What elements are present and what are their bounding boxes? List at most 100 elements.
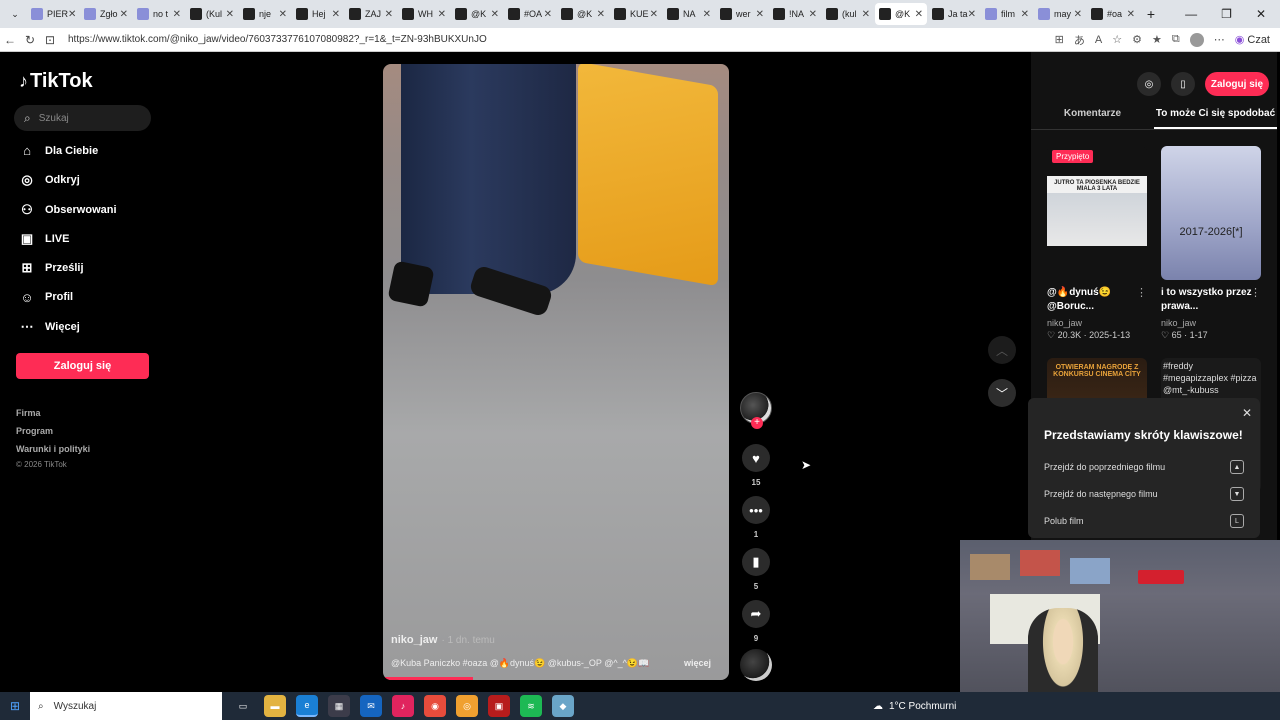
sidebar-login-button[interactable]: Zaloguj się: [16, 353, 149, 379]
chrome-icon[interactable]: ◉: [424, 695, 446, 717]
maximize-button[interactable]: ❐: [1221, 7, 1232, 21]
task-view-icon[interactable]: ▭: [232, 695, 254, 717]
search-input[interactable]: ⌕ Szukaj: [14, 105, 151, 131]
browser-tab[interactable]: Hej ✕: [292, 3, 344, 25]
browser-tab[interactable]: film ✕: [981, 3, 1033, 25]
card-author[interactable]: niko_jaw: [1161, 318, 1261, 328]
recommended-video-card[interactable]: JUTRO TA PIOSENKA BEDZIE MIALA 3 LATA @🔥…: [1047, 146, 1147, 341]
edge-browser-icon[interactable]: e: [296, 695, 318, 717]
copilot-button[interactable]: ◉ Czat: [1235, 33, 1270, 46]
close-icon[interactable]: ✕: [1242, 406, 1252, 420]
back-button[interactable]: ←: [0, 33, 20, 47]
footer-link-terms[interactable]: Warunki i polityki: [16, 444, 90, 454]
share-action[interactable]: ➦ 9: [740, 600, 772, 643]
browser-tab[interactable]: Zgło ✕: [80, 3, 132, 25]
header-login-button[interactable]: Zaloguj się: [1205, 72, 1269, 96]
mail-icon[interactable]: ✉: [360, 695, 382, 717]
tab-close-icon[interactable]: ✕: [1021, 9, 1029, 20]
favorite-star-icon[interactable]: ☆: [1112, 33, 1122, 46]
video-thumbnail[interactable]: JUTRO TA PIOSENKA BEDZIE MIALA 3 LATA: [1047, 146, 1147, 280]
profile-avatar[interactable]: [1189, 32, 1204, 47]
sidebar-item-obserwowani[interactable]: ⚇ Obserwowani: [17, 202, 116, 218]
browser-tab[interactable]: !NA ✕: [769, 3, 821, 25]
save-action[interactable]: ▮ 5: [740, 548, 772, 591]
compass-icon[interactable]: ◎: [1137, 72, 1161, 96]
favorites-icon[interactable]: ★: [1152, 33, 1162, 46]
tab-close-icon[interactable]: ✕: [809, 9, 817, 20]
install-app-icon[interactable]: ⊞: [1055, 33, 1064, 46]
browser-tab[interactable]: may ✕: [1034, 3, 1086, 25]
card-menu-icon[interactable]: ⋮: [1250, 286, 1261, 299]
phone-icon[interactable]: ▯: [1171, 72, 1195, 96]
card-title[interactable]: @🔥dynuś😉 @Boruc...: [1047, 286, 1147, 316]
bookmark-icon[interactable]: ▮: [742, 548, 770, 576]
comment-action[interactable]: ••• 1: [740, 496, 772, 539]
browser-tab[interactable]: @K ✕: [875, 3, 927, 25]
tab-comments[interactable]: Komentarze: [1031, 108, 1154, 129]
tab-close-icon[interactable]: ✕: [650, 9, 658, 20]
tab-close-icon[interactable]: ✕: [1127, 9, 1135, 20]
share-icon[interactable]: ➦: [742, 600, 770, 628]
tiktok-app-icon[interactable]: ♪: [392, 695, 414, 717]
new-tab-button[interactable]: +: [1140, 3, 1162, 25]
card-menu-icon[interactable]: ⋮: [1136, 286, 1147, 299]
video-thumbnail[interactable]: 2017-2026[*]: [1161, 146, 1261, 280]
video-author[interactable]: niko_jaw · 1 dn. temu: [391, 634, 495, 646]
footer-link-program[interactable]: Program: [16, 426, 53, 436]
heart-icon[interactable]: ♥: [742, 444, 770, 472]
app-icon[interactable]: ◆: [552, 695, 574, 717]
tab-close-icon[interactable]: ✕: [862, 9, 870, 20]
spotify-icon[interactable]: ≋: [520, 695, 542, 717]
video-player[interactable]: niko_jaw · 1 dn. temu @Kuba Paniczko #oaz…: [383, 64, 729, 680]
tab-close-icon[interactable]: ✕: [279, 9, 287, 20]
tab-close-icon[interactable]: ✕: [385, 9, 393, 20]
obs-icon[interactable]: ▣: [488, 695, 510, 717]
video-username[interactable]: niko_jaw: [391, 634, 437, 646]
sidebar-item-odkryj[interactable]: ◎ Odkryj: [17, 172, 80, 188]
tab-close-icon[interactable]: ✕: [968, 9, 976, 20]
sidebar-item-więcej[interactable]: ⋯ Więcej: [17, 319, 80, 335]
sidebar-item-dla-ciebie[interactable]: ⌂ Dla Ciebie: [17, 143, 98, 158]
browser-tab[interactable]: WH ✕: [398, 3, 450, 25]
sound-avatar[interactable]: [740, 649, 772, 681]
tab-list-button[interactable]: ⌄: [4, 3, 26, 25]
tab-recommended[interactable]: To może Ci się spodobać: [1154, 108, 1277, 129]
browser-tab[interactable]: nje ✕: [239, 3, 291, 25]
collections-icon[interactable]: ⧉: [1172, 33, 1180, 46]
tab-close-icon[interactable]: ✕: [438, 9, 446, 20]
tiktok-logo[interactable]: ♪ TikTok: [19, 70, 93, 93]
sidebar-item-profil[interactable]: ☺ Profil: [17, 290, 73, 305]
minimize-button[interactable]: —: [1185, 7, 1197, 21]
tab-close-icon[interactable]: ✕: [68, 9, 76, 20]
follow-plus-icon[interactable]: +: [751, 417, 763, 429]
reload-button[interactable]: ↻: [20, 33, 40, 47]
browser-tab[interactable]: KUE ✕: [610, 3, 662, 25]
site-info-icon[interactable]: ⊡: [40, 33, 60, 47]
browser-icon[interactable]: ◎: [456, 695, 478, 717]
weather-widget[interactable]: ☁ 1°C Pochmurni: [873, 692, 956, 720]
url-field[interactable]: https://www.tiktok.com/@niko_jaw/video/7…: [68, 34, 1055, 45]
footer-link-firma[interactable]: Firma: [16, 408, 41, 418]
store-icon[interactable]: ▦: [328, 695, 350, 717]
taskbar-search[interactable]: ⌕ Wyszukaj: [30, 692, 222, 720]
browser-tab[interactable]: Ja ta ✕: [928, 3, 980, 25]
sidebar-item-prześlij[interactable]: ⊞ Prześlij: [17, 260, 84, 276]
recommended-video-card[interactable]: 2017-2026[*] i to wszystko przez prawa..…: [1161, 146, 1261, 341]
comment-icon[interactable]: •••: [742, 496, 770, 524]
browser-tab[interactable]: PIER ✕: [27, 3, 79, 25]
browser-tab[interactable]: wer ✕: [716, 3, 768, 25]
browser-tab[interactable]: #oa ✕: [1087, 3, 1139, 25]
browser-tab[interactable]: #OA ✕: [504, 3, 556, 25]
read-aloud-icon[interactable]: A: [1095, 34, 1102, 46]
tab-close-icon[interactable]: ✕: [173, 9, 181, 20]
browser-tab[interactable]: @K ✕: [451, 3, 503, 25]
video-progress-bar[interactable]: [383, 677, 473, 680]
tab-close-icon[interactable]: ✕: [703, 9, 711, 20]
browser-tab[interactable]: (kul ✕: [822, 3, 874, 25]
more-menu-icon[interactable]: ⋯: [1214, 33, 1225, 46]
creator-avatar[interactable]: +: [740, 392, 772, 429]
close-window-button[interactable]: ✕: [1256, 7, 1266, 21]
translate-icon[interactable]: あ: [1074, 32, 1085, 48]
card-author[interactable]: niko_jaw: [1047, 318, 1147, 328]
windows-start-icon[interactable]: ⊞: [0, 699, 30, 713]
